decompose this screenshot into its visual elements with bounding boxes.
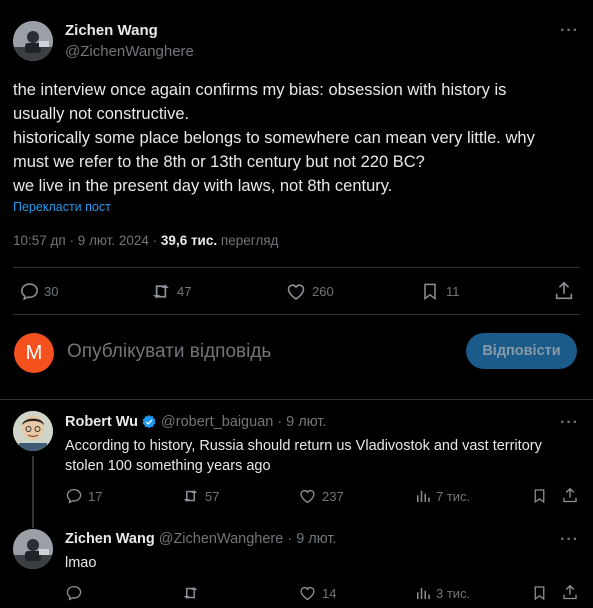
- author-name[interactable]: Zichen Wang: [65, 22, 158, 39]
- reply-text-line: According to history, Russia should retu…: [65, 438, 542, 454]
- author-handle[interactable]: @ZichenWanghere: [159, 531, 284, 547]
- reply-date[interactable]: · 9 лют.: [287, 531, 336, 547]
- bookmark-icon: [534, 489, 545, 504]
- views-count: 7 тис.: [436, 488, 471, 504]
- reply-button[interactable]: [65, 584, 83, 602]
- tweet-text-line: we live in the present day with laws, no…: [13, 177, 393, 195]
- repost-icon: [183, 587, 198, 599]
- tweet-text-line: the interview once again confirms my bia…: [13, 81, 507, 99]
- reply-text: According to history, Russia should retu…: [65, 436, 585, 476]
- reply-header: Zichen Wang @ZichenWanghere · 9 лют.: [65, 531, 336, 547]
- tweet-text: the interview once again confirms my bia…: [13, 78, 583, 198]
- bookmark-button[interactable]: [531, 584, 548, 602]
- analytics-icon: [417, 490, 430, 502]
- share-icon: [563, 584, 577, 600]
- avatar[interactable]: [13, 21, 53, 61]
- like-count: 237: [322, 488, 344, 504]
- user-avatar[interactable]: M: [14, 333, 54, 373]
- repost-button[interactable]: [181, 584, 200, 602]
- reply-count: 17: [88, 488, 103, 504]
- reply-button[interactable]: 17: [65, 487, 102, 505]
- share-icon: [555, 281, 573, 300]
- like-button[interactable]: 237: [298, 487, 344, 505]
- avatar-letter: M: [25, 341, 43, 364]
- heart-icon: [300, 489, 315, 504]
- more-options-icon[interactable]: ···: [560, 22, 579, 40]
- repost-icon: [183, 490, 198, 502]
- views-label: перегляд: [220, 233, 279, 248]
- share-icon: [563, 487, 577, 503]
- views-button[interactable]: 7 тис.: [414, 487, 470, 505]
- views-button[interactable]: 3 тис.: [414, 584, 470, 602]
- reply-header: Robert Wu @robert_baiguan · 9 лют.: [65, 414, 326, 430]
- author-name[interactable]: Robert Wu: [65, 414, 138, 430]
- reply-button[interactable]: 30: [19, 281, 58, 302]
- verified-badge-icon: [142, 415, 156, 429]
- like-count: 260: [312, 284, 334, 299]
- repost-icon: [153, 284, 169, 299]
- reply-icon: [66, 585, 82, 601]
- divider: [0, 399, 593, 400]
- tweet-time[interactable]: 10:57 дп · 9 лют. 2024 ·: [13, 233, 157, 248]
- reply-count: 30: [44, 284, 59, 299]
- avatar[interactable]: [13, 411, 53, 451]
- author-name[interactable]: Zichen Wang: [65, 531, 155, 547]
- like-button[interactable]: 260: [285, 281, 334, 302]
- bookmark-icon: [424, 283, 436, 301]
- repost-button[interactable]: 57: [181, 487, 219, 505]
- more-options-icon[interactable]: ···: [560, 531, 579, 549]
- heart-icon: [300, 586, 315, 601]
- reply-text-line: lmao: [65, 555, 97, 571]
- views-count: 3 тис.: [436, 585, 471, 601]
- analytics-icon: [417, 587, 430, 599]
- divider: [13, 267, 580, 268]
- author-handle[interactable]: @robert_baiguan: [161, 414, 273, 430]
- tweet-text-line: must we refer to the 8th or 13th century…: [13, 153, 425, 171]
- author-handle[interactable]: @ZichenWanghere: [65, 43, 194, 60]
- thread-line: [32, 456, 34, 528]
- repost-count: 47: [177, 284, 192, 299]
- repost-button[interactable]: 47: [150, 281, 191, 302]
- translate-link[interactable]: Перекласти пост: [13, 200, 111, 214]
- bookmark-icon: [534, 586, 545, 601]
- reply-date[interactable]: · 9 лют.: [277, 414, 326, 430]
- reply-input[interactable]: Опублікувати відповідь: [67, 341, 447, 363]
- views-count[interactable]: 39,6 тис.: [161, 233, 217, 248]
- repost-count: 57: [205, 488, 220, 504]
- reply-button-label: Відповісти: [482, 343, 561, 359]
- reply-text: lmao: [65, 553, 96, 573]
- bookmark-button[interactable]: 11: [420, 281, 460, 302]
- share-button[interactable]: [561, 486, 579, 505]
- tweet-text-line: historically some place belongs to somew…: [13, 129, 535, 147]
- reply-submit-button[interactable]: Відповісти: [466, 333, 577, 369]
- avatar[interactable]: [13, 529, 53, 569]
- divider: [13, 314, 580, 315]
- reply-icon: [21, 283, 38, 301]
- share-button[interactable]: [561, 583, 579, 602]
- bookmark-count: 11: [446, 284, 460, 299]
- reply-text-line: stolen 100 something years ago: [65, 458, 271, 474]
- like-button[interactable]: 14: [298, 584, 336, 602]
- bookmark-button[interactable]: [531, 487, 548, 505]
- share-button[interactable]: [553, 280, 575, 302]
- tweet-text-line: usually not constructive.: [13, 105, 190, 123]
- more-options-icon[interactable]: ···: [560, 414, 579, 432]
- like-count: 14: [322, 585, 337, 601]
- tweet-meta: 10:57 дп · 9 лют. 2024 · 39,6 тис. перег…: [13, 233, 278, 248]
- heart-icon: [287, 284, 305, 300]
- reply-icon: [66, 488, 82, 504]
